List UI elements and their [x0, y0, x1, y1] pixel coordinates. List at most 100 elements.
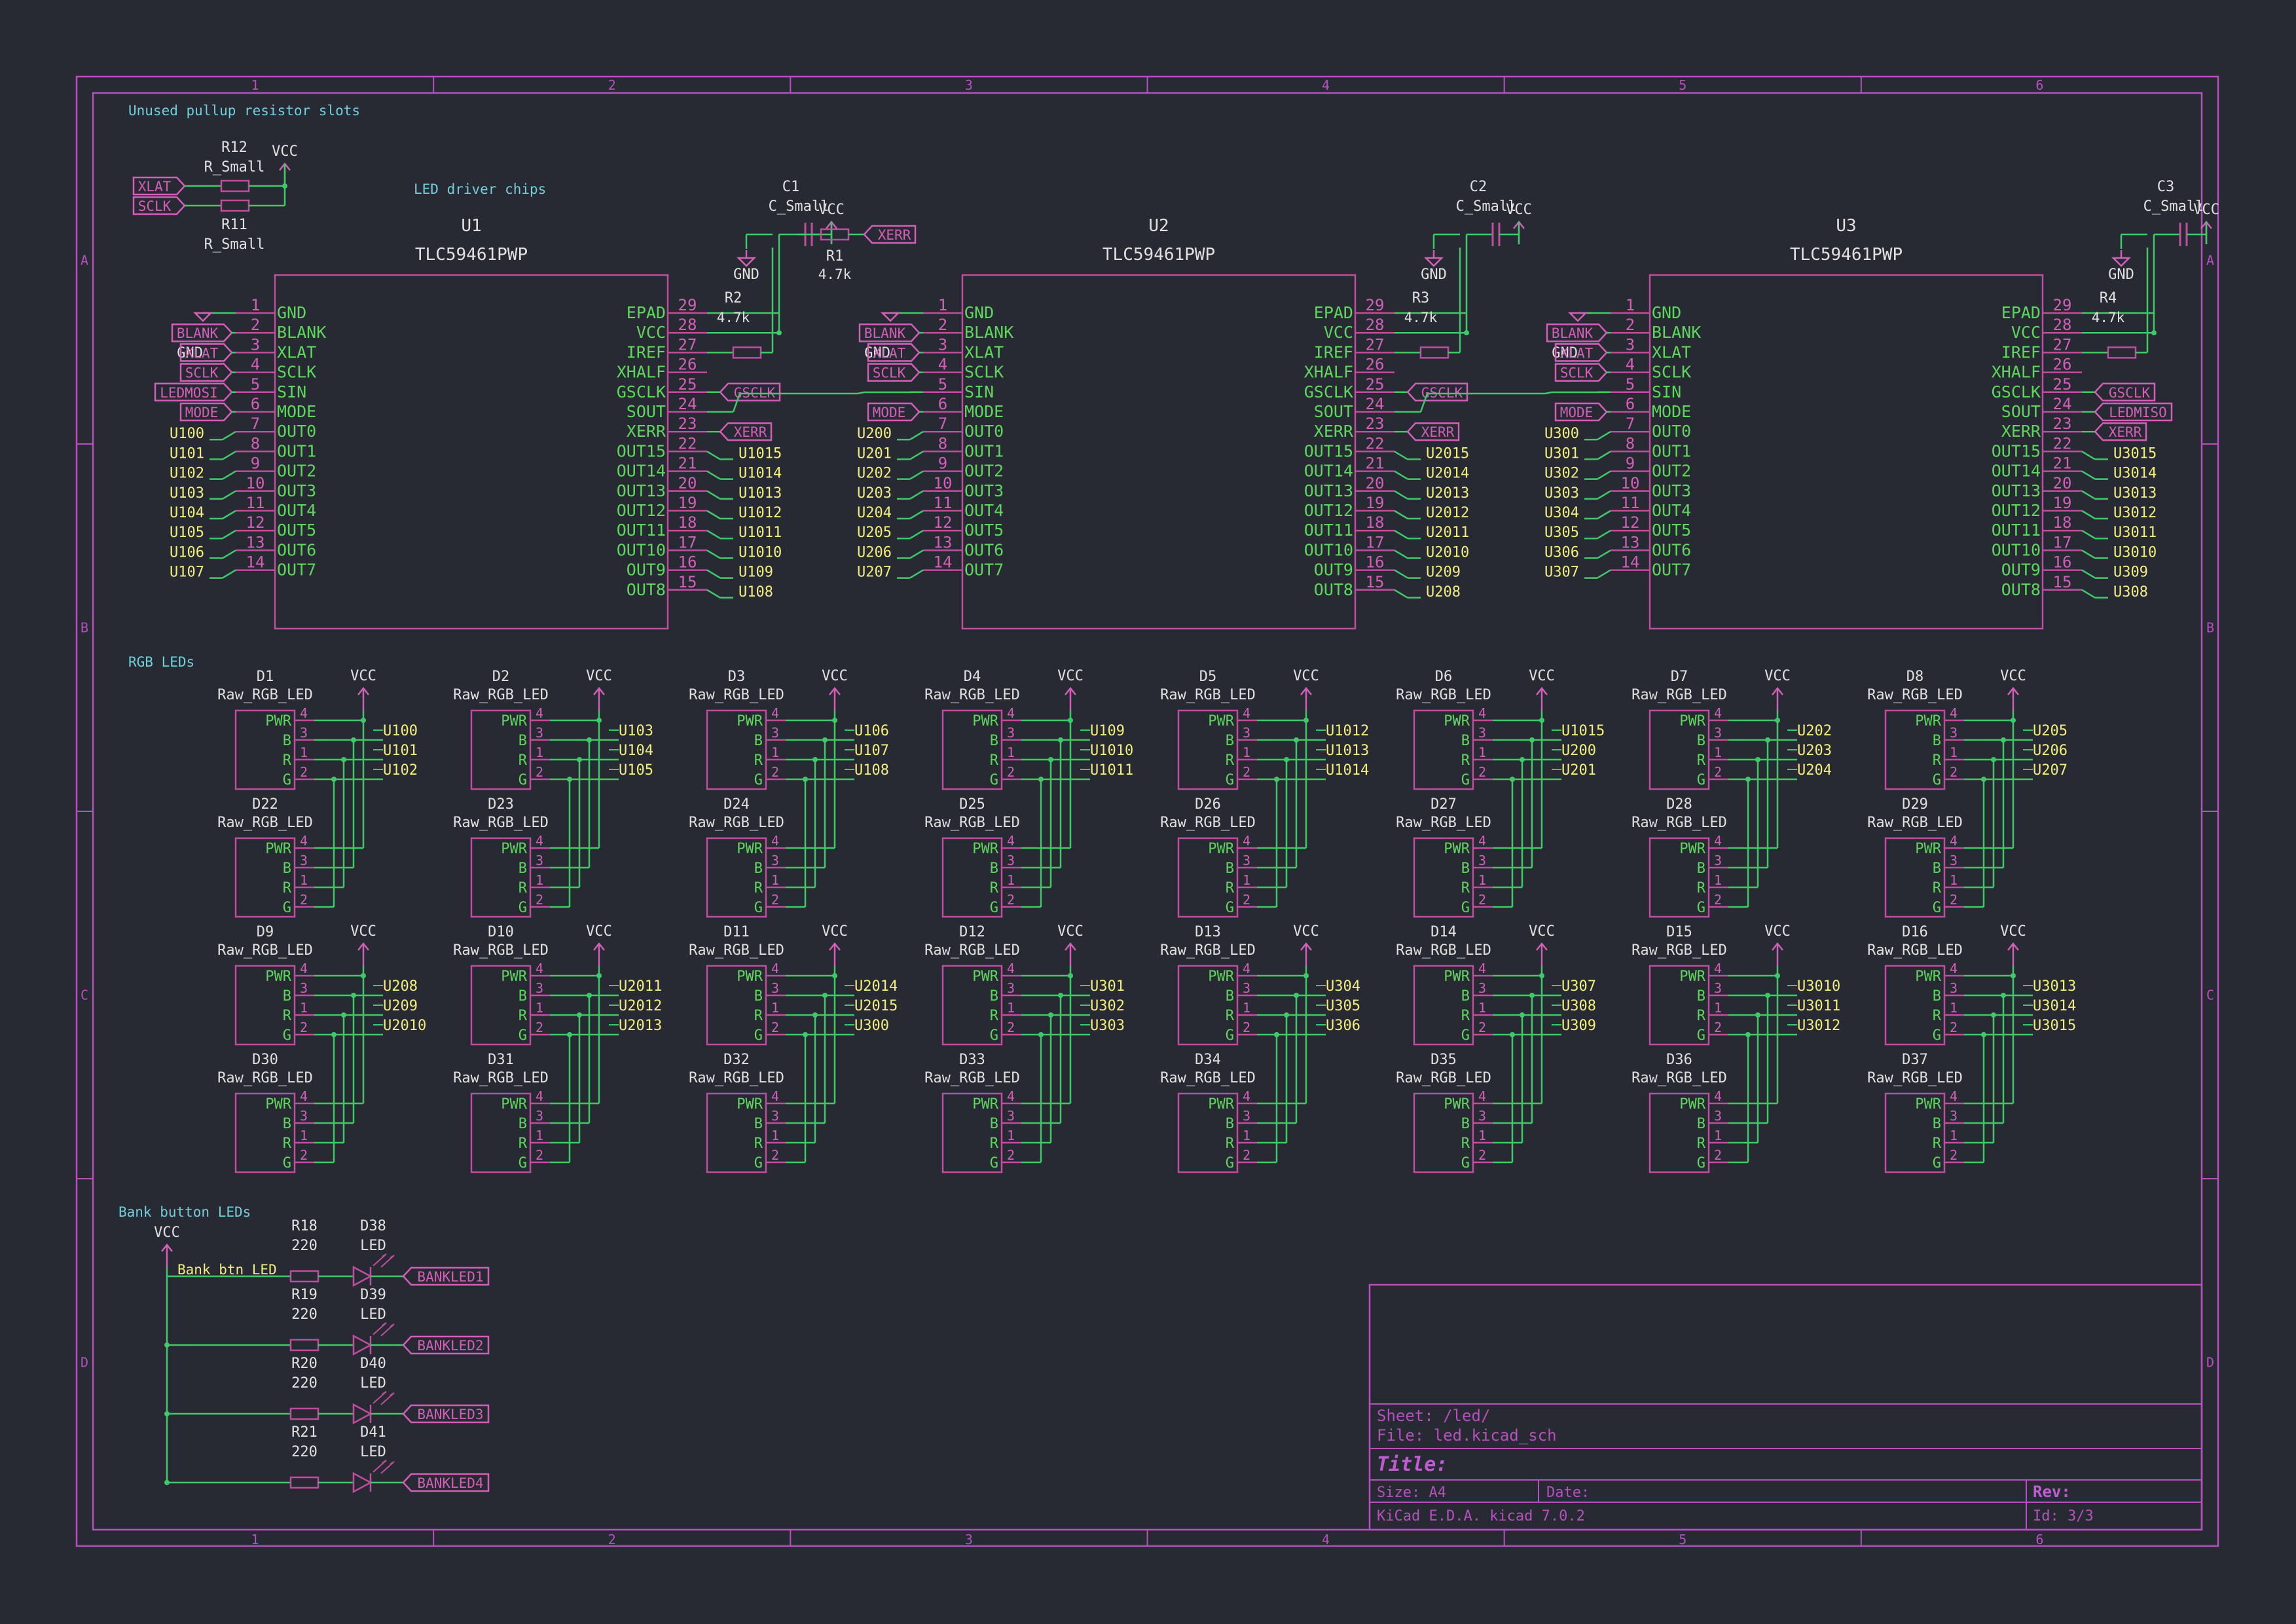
pin-name: OUT15	[617, 441, 666, 460]
led-pin-num: 1	[1243, 1000, 1250, 1016]
led-pin-num: 4	[1478, 833, 1486, 849]
led-pin-name: PWR	[1915, 713, 1941, 729]
pin-num: 3	[251, 335, 260, 354]
led-pin-name: R	[990, 1008, 999, 1024]
led-value: Raw_RGB_LED	[1631, 942, 1727, 959]
led-pin-name: G	[519, 1027, 527, 1044]
wire	[222, 451, 236, 460]
led-net-label: U3010	[1797, 978, 1840, 995]
pin-name: OUT1	[277, 441, 316, 460]
section-rgb-title: RGB LEDs	[128, 654, 194, 670]
pin-num: 26	[1366, 356, 1385, 374]
led-pin-num: 3	[536, 1108, 543, 1124]
cap-value: C_Small	[1456, 198, 1517, 215]
wire	[1597, 530, 1611, 540]
wire	[2081, 530, 2096, 540]
led-value: Raw_RGB_LED	[689, 687, 784, 703]
wire	[909, 431, 924, 441]
pin-name: XHALF	[1992, 363, 2041, 382]
led-pin-name: PWR	[737, 713, 763, 729]
led-net-label: U305	[1326, 998, 1360, 1014]
led-pin-num: 2	[300, 892, 308, 908]
led-value: Raw_RGB_LED	[1867, 687, 1963, 703]
led-pin-num: 3	[1714, 1108, 1722, 1124]
led-pin-num: 1	[1714, 1128, 1722, 1143]
led-pin-num: 2	[1478, 1020, 1486, 1035]
r1-group: R1 4.7k XERR	[797, 225, 917, 282]
led-net-label: U1013	[1326, 743, 1369, 759]
led-ref: D11	[723, 924, 750, 940]
pin-name: SCLK	[277, 363, 316, 382]
ground-icon	[2111, 257, 2132, 267]
led-net-label: U204	[1797, 762, 1832, 779]
led-pin-name: G	[990, 900, 998, 916]
led-value: Raw_RGB_LED	[1631, 1070, 1727, 1086]
led-pin-name: B	[283, 1116, 291, 1132]
cap-value: C_Small	[769, 198, 829, 215]
wire	[706, 470, 721, 480]
pin-name: OUT11	[1304, 521, 1353, 540]
net-label: U2013	[1426, 485, 1469, 502]
led-group-d7: D7Raw_RGB_LEDPWR 4B 3R 1G 2D28Raw_RGB_LEDPWR…	[1631, 668, 1832, 918]
led-pin-num: 3	[1243, 853, 1250, 868]
bank-led-value: LED	[360, 1444, 386, 1460]
led-pin-name: B	[1697, 860, 1705, 877]
led-value: Raw_RGB_LED	[1867, 815, 1963, 831]
led-pin-name: G	[519, 772, 527, 788]
led-value: Raw_RGB_LED	[924, 1070, 1020, 1086]
led-pin-num: 1	[300, 1000, 308, 1016]
vcc-label: VCC	[822, 923, 848, 940]
pin-name: OUT7	[964, 561, 1004, 580]
net-label: U306	[1544, 544, 1579, 561]
led-pin-name: G	[754, 772, 763, 788]
pin-num: 2	[1626, 316, 1635, 334]
pin-num: 22	[678, 434, 697, 452]
junction-dot	[361, 973, 366, 978]
led-pin-num: 1	[300, 872, 308, 888]
pin-name: SIN	[964, 382, 994, 401]
pin-num: 15	[1366, 573, 1385, 591]
led-pin-num: 1	[1243, 872, 1250, 888]
col-marker-top: 4	[1322, 77, 1330, 93]
led-pin-name: R	[754, 752, 763, 769]
led-pin-num: 4	[300, 833, 308, 849]
wire	[1597, 431, 1611, 441]
led-pin-num: 3	[1007, 980, 1015, 996]
led-ref: D24	[723, 796, 750, 813]
led-value: Raw_RGB_LED	[453, 815, 549, 831]
led-pin-name: B	[1226, 1116, 1234, 1132]
led-net-label: U303	[1090, 1018, 1125, 1034]
label-blank-text: BLANK	[177, 325, 219, 341]
row-marker-left: C	[81, 987, 88, 1003]
led-pin-num: 2	[1478, 892, 1486, 908]
id-label: Id: 3/3	[2033, 1508, 2094, 1524]
rgb-led-array: D1Raw_RGB_LEDPWR 4B 3R 1G 2D22Raw_RGB_LEDPWR…	[217, 668, 2076, 1173]
pin-name: IREF	[1314, 342, 1353, 361]
pin-num: 22	[1366, 434, 1385, 452]
pin-name: OUT3	[277, 481, 316, 500]
net-label: U1013	[738, 485, 782, 502]
wire	[2081, 451, 2096, 460]
pin-num: 18	[1366, 513, 1385, 532]
led-ref: D6	[1435, 669, 1453, 685]
led-value: Raw_RGB_LED	[1396, 942, 1491, 959]
led-pin-name: R	[990, 1135, 999, 1152]
vcc-label: VCC	[1529, 923, 1555, 940]
junction-dot	[2151, 330, 2157, 336]
led-pin-name: G	[1933, 772, 1941, 788]
led-pin-num: 4	[771, 1088, 779, 1104]
led-value: Raw_RGB_LED	[1160, 687, 1256, 703]
chip-ref: U3	[1836, 216, 1856, 236]
led-pin-num: 4	[1478, 1088, 1486, 1104]
led-pin-num: 2	[1714, 764, 1722, 780]
led-pin-name: PWR	[1444, 969, 1470, 985]
vcc-label: VCC	[586, 923, 612, 940]
pin-name: OUT12	[617, 501, 666, 520]
led-pin-name: PWR	[501, 713, 527, 729]
ground-icon	[880, 312, 901, 322]
led-pin-num: 3	[300, 1108, 308, 1124]
led-pin-name: R	[283, 880, 292, 896]
pin-name: GSCLK	[1304, 382, 1353, 401]
led-ref: D30	[252, 1052, 278, 1068]
bank-led-ref: D39	[360, 1287, 386, 1303]
